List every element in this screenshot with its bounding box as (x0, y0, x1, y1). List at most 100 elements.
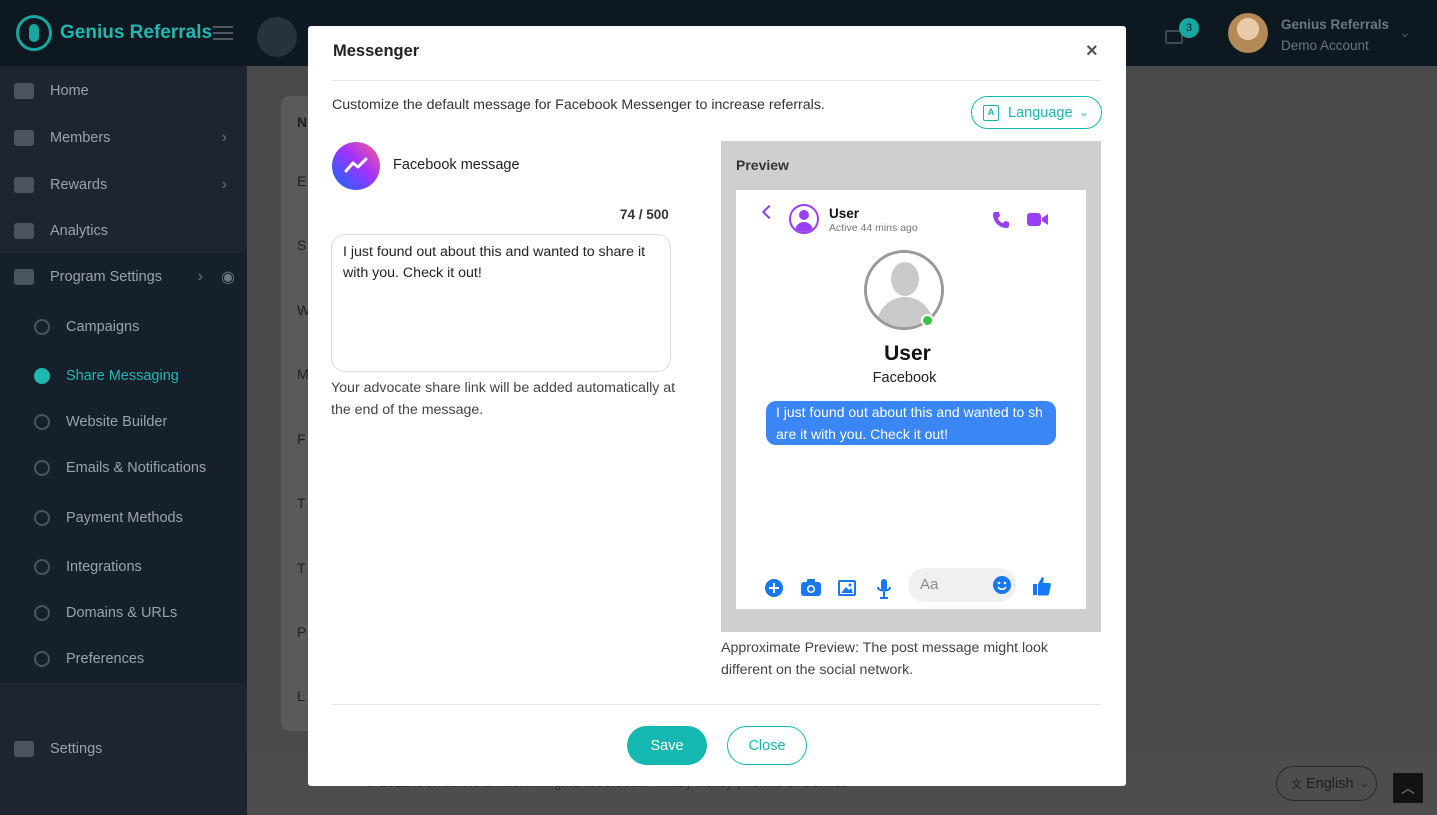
sidebar-item-program-settings[interactable]: Program Settings › ◉ (0, 266, 247, 288)
sidebar-item-integrations[interactable]: Integrations (0, 556, 247, 578)
plus-icon (765, 579, 783, 597)
chevron-down-icon: ⌄ (1079, 107, 1089, 119)
chevron-right-icon: › (221, 176, 227, 193)
modal-title: Messenger (333, 42, 420, 60)
sidebar-item-label: Home (50, 83, 89, 99)
share-icon (34, 368, 50, 384)
modal-description: Customize the default message for Facebo… (332, 97, 825, 113)
preview-title: Preview (736, 157, 789, 173)
sidebar-item-home[interactable]: Home (0, 80, 247, 102)
table-row: F (297, 431, 306, 447)
home-icon (14, 83, 34, 99)
table-header-cell: N (297, 114, 308, 130)
thumbs-up-icon (1033, 577, 1051, 596)
sidebar-item-label: Rewards (50, 177, 108, 193)
preview-disclaimer: Approximate Preview: The post message mi… (721, 640, 1048, 678)
footer-language-select[interactable]: 文 English ⌄ (1276, 766, 1377, 801)
sidebar-item-label: Settings (50, 741, 103, 757)
sidebar-item-analytics[interactable]: Analytics (0, 220, 247, 242)
sidebar-item-label: Analytics (50, 223, 109, 239)
sidebar-item-campaigns[interactable]: Campaigns (0, 316, 247, 338)
bell-icon (34, 460, 50, 476)
messenger-logo-icon (332, 142, 380, 190)
camera-icon (801, 579, 821, 596)
sidebar-item-label: Emails & Notifications (66, 460, 207, 476)
sidebar-item-label: Program Settings (50, 269, 163, 285)
message-textarea[interactable]: I just found out about this and wanted t… (331, 234, 671, 372)
close-icon[interactable]: × (1086, 40, 1098, 63)
sidebar-item-emails-notifications[interactable]: Emails & Notifications (0, 457, 247, 479)
preview-panel: Preview User Active 44 mins ago User Fac… (721, 141, 1101, 632)
sidebar-item-label: Website Builder (66, 414, 168, 430)
contact-name: User (829, 206, 860, 221)
chevron-up-icon: ︿ (1401, 780, 1415, 796)
composer-bar: Aa (736, 568, 1086, 602)
language-button-label: Language (1008, 104, 1073, 121)
sidebar-item-settings[interactable]: Settings (0, 738, 247, 760)
edit-icon (14, 269, 34, 285)
message-bubble: I just found out about this and wanted t… (766, 401, 1056, 445)
sidebar-item-label: Campaigns (66, 319, 140, 335)
online-status-icon (921, 314, 934, 327)
divider (332, 704, 1102, 705)
chevron-down-icon: ⌄ (1359, 778, 1369, 790)
sidebar-item-rewards[interactable]: Rewards › (0, 174, 247, 196)
share-link-hint: Your advocate share link will be added a… (331, 380, 676, 418)
close-button[interactable]: Close (727, 726, 807, 765)
user-account[interactable]: Demo Account (1281, 38, 1369, 53)
table-row: L (297, 688, 305, 704)
network-label: Facebook message (393, 157, 520, 173)
profile-name: User (884, 342, 931, 365)
sidebar-item-payment-methods[interactable]: Payment Methods (0, 507, 247, 529)
messenger-mockup: User Active 44 mins ago User Facebook I … (736, 190, 1086, 609)
sidebar-item-label: Preferences (66, 651, 145, 667)
sidebar-item-label: Members (50, 130, 111, 146)
cube-icon[interactable] (257, 17, 297, 57)
chevron-right-icon: › (197, 268, 203, 285)
sidebar-item-share-messaging[interactable]: Share Messaging (0, 365, 247, 387)
messenger-modal: Messenger × Customize the default messag… (308, 26, 1126, 786)
sidebar-item-label: Share Messaging (66, 368, 179, 384)
sidebar-item-label: Integrations (66, 559, 142, 575)
translate-icon: 文 (1291, 778, 1302, 791)
contact-status: Active 44 mins ago (829, 222, 918, 234)
logo-icon (16, 15, 52, 51)
analytics-icon (14, 223, 34, 239)
campaigns-icon (34, 319, 50, 335)
user-name[interactable]: Genius Referrals (1281, 17, 1389, 32)
back-arrow-icon (761, 204, 777, 220)
sidebar-item-website-builder[interactable]: Website Builder (0, 411, 247, 433)
sidebar-item-members[interactable]: Members › (0, 127, 247, 149)
translate-icon: A (983, 104, 999, 121)
sidebar-item-label: Payment Methods (66, 510, 183, 526)
profile-network: Facebook (872, 370, 937, 386)
chevron-right-icon: › (221, 129, 227, 146)
logo-text: Genius Referrals (60, 22, 213, 43)
sidebar-header: Genius Referrals (0, 0, 247, 66)
menu-toggle-icon[interactable] (213, 26, 233, 40)
message-input-mock: Aa (908, 568, 1016, 602)
save-button[interactable]: Save (627, 726, 707, 765)
character-counter: 74 / 500 (620, 207, 669, 222)
table-row: T (297, 495, 306, 511)
eye-icon[interactable]: ◉ (221, 267, 235, 287)
table-row: T (297, 560, 306, 576)
emoji-icon (993, 576, 1011, 594)
microphone-icon (877, 579, 891, 599)
sidebar-item-domains-urls[interactable]: Domains & URLs (0, 602, 247, 624)
sitemap-icon (34, 510, 50, 526)
gear-icon (34, 651, 50, 667)
scroll-top-button[interactable]: ︿ (1393, 773, 1423, 803)
table-row: M (297, 366, 309, 382)
image-icon (838, 580, 856, 596)
language-button[interactable]: A Language ⌄ (971, 96, 1102, 129)
sidebar-item-preferences[interactable]: Preferences (0, 648, 247, 670)
video-icon (1027, 213, 1048, 226)
rewards-icon (14, 177, 34, 193)
table-row: E (297, 173, 307, 189)
gears-icon (14, 741, 34, 757)
divider (332, 80, 1102, 81)
avatar[interactable] (1228, 13, 1268, 53)
sidebar-item-label: Domains & URLs (66, 605, 178, 621)
chevron-down-icon[interactable]: ⌄ (1399, 24, 1411, 41)
